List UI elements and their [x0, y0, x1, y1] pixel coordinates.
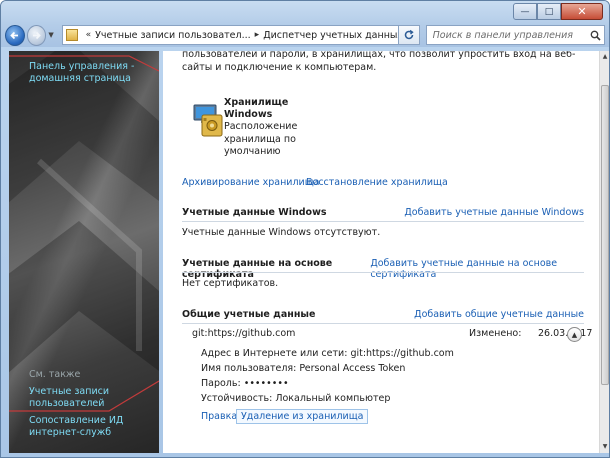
add-windows-credential-link[interactable]: Добавить учетные данные Windows	[404, 207, 584, 218]
credential-address-row: Адрес в Интернете или сети: git:https://…	[201, 348, 454, 360]
vertical-scrollbar[interactable]: ▲ ▼	[599, 51, 609, 453]
password-label: Пароль:	[201, 378, 241, 389]
forward-arrow-icon	[33, 31, 41, 39]
intro-text: пользователей и пароли, в хранилищах, чт…	[182, 51, 576, 73]
credential-password-row: Пароль: ••••••••	[201, 378, 289, 390]
breadcrumb-credential-manager[interactable]: Диспетчер учетных данных	[263, 30, 398, 41]
address-label: Адрес в Интернете или сети:	[201, 348, 348, 359]
persistence-label: Устойчивость:	[201, 393, 273, 404]
control-panel-folder-icon	[65, 29, 78, 41]
scroll-down-icon[interactable]: ▼	[600, 441, 609, 453]
window: — □ ✕ ▼ « Учетные записи пользовател... …	[0, 0, 610, 458]
navigation-bar: ▼ « Учетные записи пользовател... ▸ Дисп…	[5, 24, 605, 46]
add-generic-credential-link[interactable]: Добавить общие учетные данные	[414, 309, 584, 320]
password-value: ••••••••	[243, 378, 289, 389]
content-pane: пользователей и пароли, в хранилищах, чт…	[163, 51, 599, 453]
persistence-value: Локальный компьютер	[275, 393, 391, 404]
maximize-button[interactable]: □	[537, 3, 561, 20]
scroll-up-icon[interactable]: ▲	[600, 51, 609, 63]
minimize-button[interactable]: —	[513, 3, 537, 20]
chevron-up-icon: ▲	[571, 330, 578, 339]
recent-pages-dropdown[interactable]: ▼	[48, 31, 58, 39]
breadcrumb-separator-icon[interactable]: ▸	[255, 30, 260, 40]
address-value: git:https://github.com	[350, 348, 454, 359]
windows-credentials-empty-text: Учетные данные Windows отсутствуют.	[182, 227, 381, 238]
restore-vault-link[interactable]: Восстановление хранилища	[306, 177, 448, 188]
title-bar: — □ ✕ ▼ « Учетные записи пользовател... …	[1, 1, 609, 47]
user-label: Имя пользователя:	[201, 363, 297, 374]
section-divider	[182, 323, 584, 324]
remove-from-vault-link[interactable]: Удаление из хранилища	[236, 409, 369, 424]
generic-credentials-header: Общие учетные данные Добавить общие учет…	[182, 309, 584, 320]
navigation-pane: Панель управления - домашняя страница См…	[9, 51, 159, 453]
search-input[interactable]: Поиск в панели управления	[433, 30, 586, 41]
back-arrow-icon	[10, 31, 19, 39]
sidebar-link-user-accounts[interactable]: Учетные записи пользователей	[29, 386, 154, 410]
windows-credentials-title: Учетные данные Windows	[182, 207, 327, 218]
address-bar[interactable]: « Учетные записи пользовател... ▸ Диспет…	[61, 25, 400, 45]
close-button[interactable]: ✕	[561, 3, 603, 20]
scrollbar-thumb[interactable]	[601, 85, 609, 385]
modified-date: 26.03.2017	[538, 328, 593, 339]
windows-credentials-header: Учетные данные Windows Добавить учетные …	[182, 207, 584, 218]
credential-persistence-row: Устойчивость: Локальный компьютер	[201, 393, 390, 405]
credential-name[interactable]: git:https://github.com	[192, 328, 295, 339]
forward-button[interactable]	[26, 24, 47, 46]
certificate-credentials-title: Учетные данные на основе сертификата	[182, 258, 333, 280]
generic-credentials-title: Общие учетные данные	[182, 309, 316, 320]
search-box[interactable]: Поиск в панели управления	[425, 25, 605, 45]
chevron-down-icon: ▼	[48, 31, 54, 39]
search-icon[interactable]	[586, 26, 604, 44]
modified-label: Изменено:	[469, 328, 522, 339]
collapse-button[interactable]: ▲	[567, 327, 582, 342]
section-divider	[182, 221, 584, 222]
breadcrumb-overflow[interactable]: «	[86, 30, 92, 40]
credential-entry-github[interactable]: git:https://github.com Изменено: 26.03.2…	[182, 327, 592, 345]
sidebar-see-also-heading: См. также	[29, 369, 81, 380]
vault-description: Расположение хранилища по умолчанию	[224, 121, 298, 157]
refresh-icon	[404, 29, 414, 40]
breadcrumb-user-accounts[interactable]: Учетные записи пользовател...	[95, 30, 251, 41]
add-certificate-credential-link[interactable]: Добавить учетные данные на основе сертиф…	[370, 258, 584, 280]
caption-buttons: — □ ✕	[513, 3, 603, 20]
sidebar-link-id-mapping[interactable]: Сопоставление ИД интернет-служб	[29, 415, 154, 439]
backup-vault-link[interactable]: Архивирование хранилища	[182, 177, 320, 188]
back-button[interactable]	[5, 24, 25, 46]
refresh-button[interactable]	[399, 25, 420, 45]
user-value: Personal Access Token	[299, 363, 406, 374]
certificate-credentials-header: Учетные данные на основе сертификата Доб…	[182, 258, 584, 280]
sidebar-link-control-panel-home[interactable]: Панель управления - домашняя страница	[29, 61, 154, 85]
credential-user-row: Имя пользователя: Personal Access Token	[201, 363, 405, 375]
vault-title: Хранилище Windows	[224, 97, 289, 120]
certificate-credentials-empty-text: Нет сертификатов.	[182, 278, 279, 289]
windows-vault-icon	[193, 104, 223, 137]
edit-credential-link[interactable]: Правка	[201, 411, 237, 422]
section-divider	[182, 272, 584, 273]
